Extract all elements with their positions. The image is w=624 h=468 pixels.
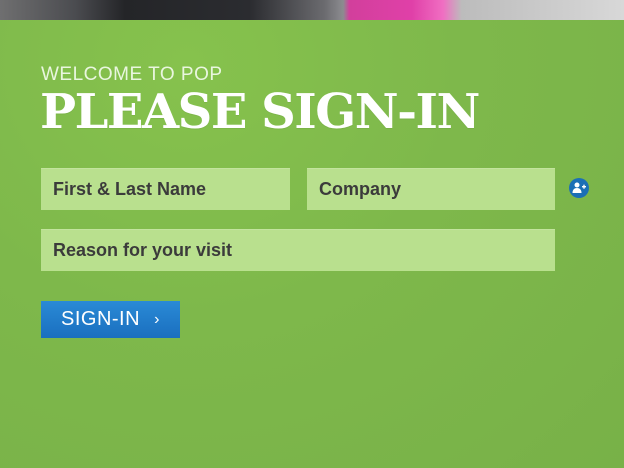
chevron-right-icon: › — [154, 310, 160, 328]
background-photo — [0, 0, 624, 20]
reason-field[interactable] — [41, 229, 555, 271]
name-field[interactable] — [41, 168, 290, 210]
page-title: PLEASE SIGN-IN — [40, 84, 480, 140]
welcome-text: WELCOME TO POP — [41, 64, 223, 85]
sign-in-button[interactable]: SIGN-IN › — [41, 301, 180, 338]
sign-in-button-label: SIGN-IN — [61, 308, 141, 330]
add-user-icon[interactable] — [569, 178, 589, 198]
company-field[interactable] — [307, 168, 555, 210]
